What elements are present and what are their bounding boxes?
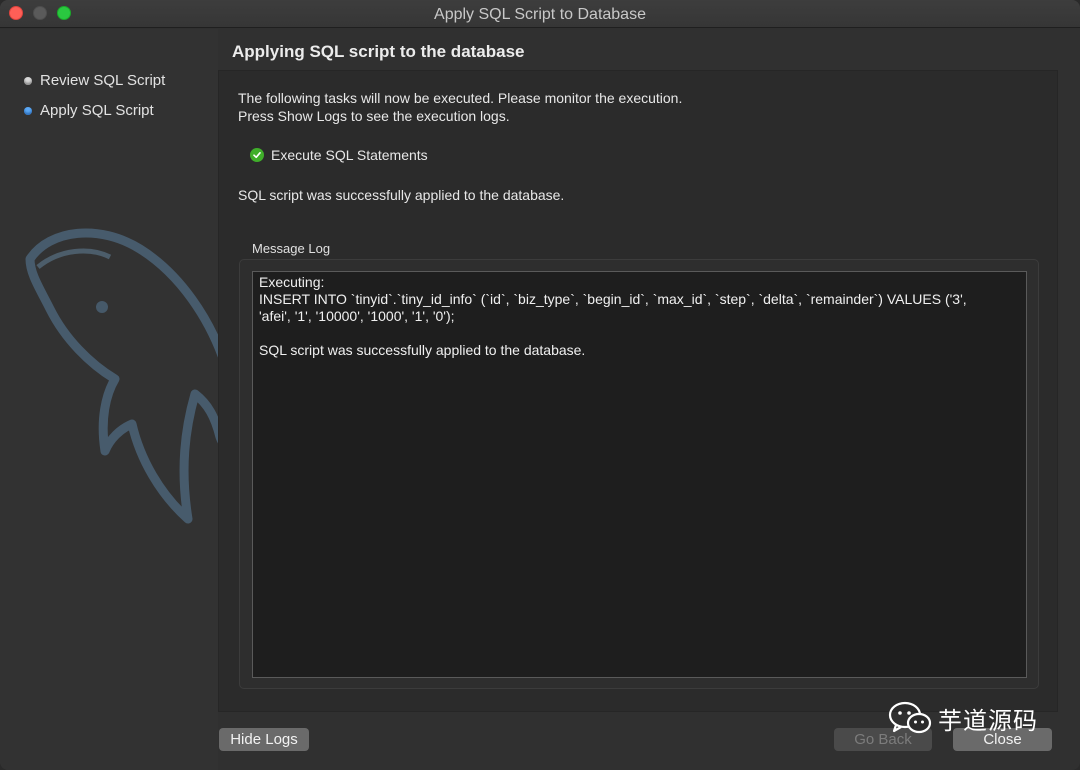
content-panel: The following tasks will now be executed… [218, 70, 1058, 712]
wizard-sidebar: Review SQL Script Apply SQL Script [0, 29, 218, 770]
mysql-dolphin-icon [25, 228, 218, 524]
watermark-badge: 芋道源码 [888, 700, 1038, 736]
intro-text-line-2: Press Show Logs to see the execution log… [238, 108, 510, 124]
message-log-group: Executing: INSERT INTO `tinyid`.`tiny_id… [239, 259, 1039, 689]
success-message: SQL script was successfully applied to t… [238, 187, 565, 203]
title-bar: Apply SQL Script to Database [0, 0, 1080, 28]
watermark-text: 芋道源码 [938, 706, 1038, 735]
message-log-label: Message Log [252, 241, 331, 256]
task-label: Execute SQL Statements [271, 147, 428, 163]
window-title: Apply SQL Script to Database [434, 6, 646, 23]
hide-logs-button[interactable]: Hide Logs [219, 728, 309, 751]
sidebar-item-label: Review SQL Script [40, 72, 166, 89]
step-active-indicator-icon [24, 106, 32, 115]
message-log-textarea[interactable]: Executing: INSERT INTO `tinyid`.`tiny_id… [252, 271, 1027, 678]
sidebar-item-review-sql-script[interactable]: Review SQL Script [24, 72, 165, 89]
dialog-window: Apply SQL Script to Database Review SQL … [0, 0, 1080, 770]
log-line: Executing: [259, 274, 325, 290]
log-line: 'afei', '1', '10000', '1000', '1', '0'); [259, 308, 455, 324]
log-line: SQL script was successfully applied to t… [259, 342, 586, 358]
sidebar-item-label: Apply SQL Script [40, 102, 154, 119]
sidebar-item-apply-sql-script[interactable]: Apply SQL Script [24, 102, 154, 119]
log-line: INSERT INTO `tinyid`.`tiny_id_info` (`id… [259, 291, 967, 307]
task-execute-sql-statements: Execute SQL Statements [250, 147, 428, 163]
wechat-icon [888, 701, 932, 734]
check-circle-icon [250, 148, 264, 162]
step-done-indicator-icon [24, 76, 32, 85]
intro-text-line-1: The following tasks will now be executed… [238, 90, 683, 106]
page-title: Applying SQL script to the database [232, 42, 525, 61]
